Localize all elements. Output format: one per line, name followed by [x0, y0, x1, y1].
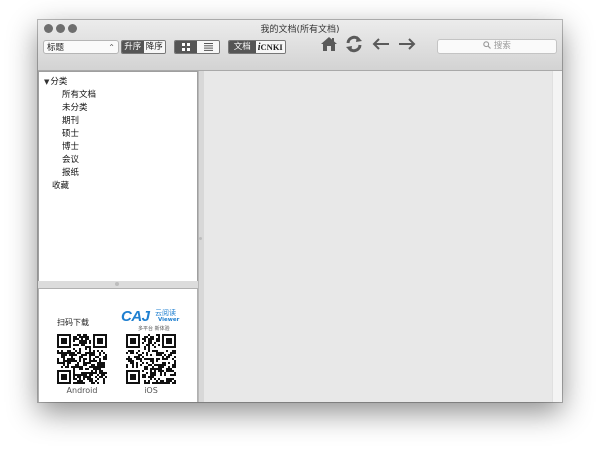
grip-dot: [115, 282, 119, 286]
select-arrows-icon: ⌃: [108, 43, 115, 52]
tree-item-all-documents[interactable]: 所有文档: [62, 88, 96, 100]
disclosure-triangle-icon[interactable]: ▼: [44, 78, 49, 86]
source-segment: 文档 iCNKI: [228, 40, 286, 54]
android-label: Android: [66, 386, 98, 395]
document-area[interactable]: [204, 71, 552, 402]
app-window: 我的文档(所有文档) 标题 ⌃ 升序 降序 文档 iCNKI 搜索 ▼分类 所有…: [38, 20, 562, 402]
sort-field-value: 标题: [47, 43, 65, 53]
ios-qr-code: [126, 334, 176, 384]
tree-item-masters[interactable]: 硕士: [62, 127, 79, 139]
list-view-button[interactable]: [197, 41, 219, 53]
grid-icon: [182, 43, 190, 51]
grip-dot: [199, 237, 202, 240]
view-mode-segment: [174, 40, 220, 54]
window-title: 我的文档(所有文档): [260, 25, 340, 35]
sort-order-segment: 升序 降序: [121, 40, 166, 54]
download-promo-panel: 扫码下载 CAJ 云阅读 Viewer 多平台 新体验 Android iOS: [38, 288, 198, 402]
vertical-scrollbar[interactable]: [552, 71, 562, 402]
ios-label: iOS: [144, 386, 158, 395]
list-icon: [203, 43, 213, 51]
sidebar: ▼分类 所有文档 未分类 期刊 硕士 博士 会议 报纸 收藏 扫码下载 CAJ …: [38, 71, 198, 402]
caj-brand: CAJ: [121, 308, 150, 325]
category-tree: ▼分类 所有文档 未分类 期刊 硕士 博士 会议 报纸 收藏: [38, 71, 198, 282]
documents-tab[interactable]: 文档: [229, 41, 256, 53]
arrow-left-icon: [372, 38, 389, 50]
tree-item-newspapers[interactable]: 报纸: [62, 166, 79, 178]
tree-item-uncategorized[interactable]: 未分类: [62, 101, 88, 113]
sort-field-select[interactable]: 标题 ⌃: [43, 40, 119, 54]
tree-item-favorites[interactable]: 收藏: [52, 179, 69, 191]
caj-brand-sub: Viewer: [158, 317, 180, 323]
search-placeholder: 搜索: [493, 41, 511, 51]
cnki-label: CNKI: [260, 42, 283, 52]
search-input[interactable]: 搜索: [437, 39, 557, 54]
android-qr-code: [57, 334, 107, 384]
sort-ascending-button[interactable]: 升序: [122, 41, 144, 53]
tree-item-journals[interactable]: 期刊: [62, 114, 79, 126]
forward-button[interactable]: [397, 34, 417, 54]
sort-descending-button[interactable]: 降序: [143, 41, 165, 53]
search-icon: [483, 41, 492, 49]
arrow-right-icon: [399, 38, 416, 50]
home-icon: [321, 37, 337, 51]
toolbar: 我的文档(所有文档) 标题 ⌃ 升序 降序 文档 iCNKI 搜索: [38, 20, 562, 71]
scan-download-label: 扫码下载: [57, 318, 89, 327]
caj-viewer-logo: CAJ 云阅读 Viewer 多平台 新体验: [121, 308, 179, 332]
refresh-button[interactable]: [344, 34, 364, 54]
tree-root-category[interactable]: ▼分类: [44, 75, 67, 87]
tree-item-conferences[interactable]: 会议: [62, 153, 79, 165]
tree-item-doctoral[interactable]: 博士: [62, 140, 79, 152]
tree-root-label: 分类: [50, 77, 68, 87]
grid-view-button[interactable]: [175, 41, 197, 53]
back-button[interactable]: [371, 34, 391, 54]
home-button[interactable]: [319, 34, 339, 54]
caj-tagline: 多平台 新体验: [138, 326, 170, 332]
cnki-tab[interactable]: iCNKI: [255, 41, 285, 53]
refresh-icon: [346, 35, 362, 53]
horizontal-split-handle[interactable]: [38, 281, 198, 288]
